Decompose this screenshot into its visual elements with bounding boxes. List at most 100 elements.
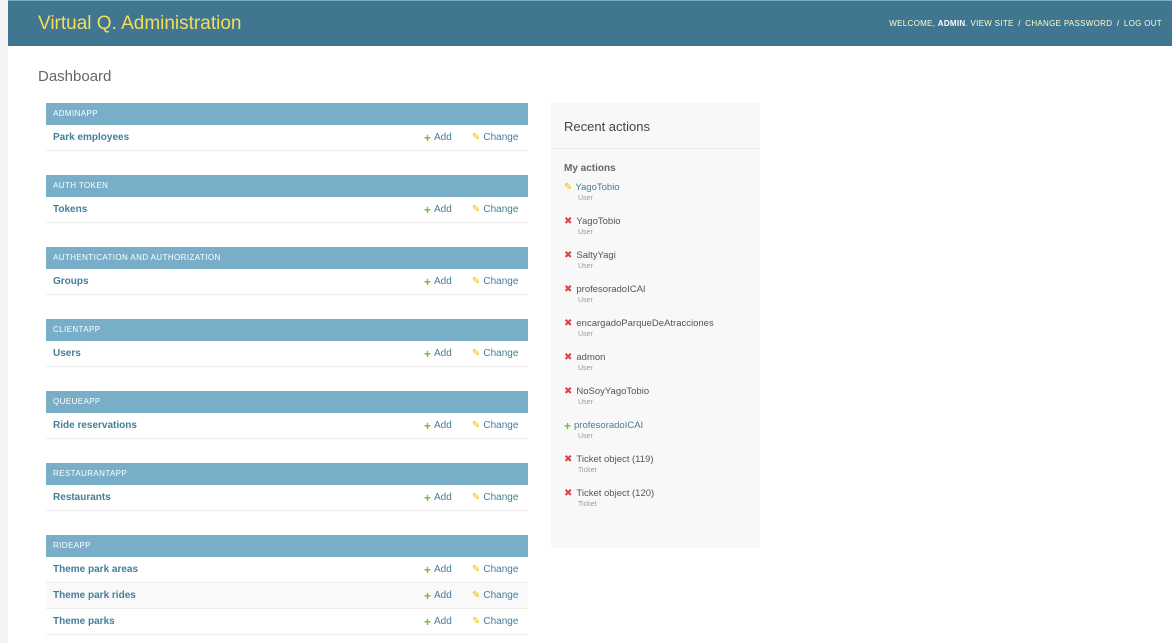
add-label: Add <box>434 204 452 215</box>
action-content-type: User <box>578 433 593 440</box>
change-password-link[interactable]: Change password <box>1025 19 1112 28</box>
action-object-name: profesoradoICAI <box>576 284 646 295</box>
action-object-name: admon <box>576 352 606 363</box>
recent-action: ✖ NoSoyYagoTobio <box>564 386 747 398</box>
pencil-icon: ✎ <box>472 420 481 431</box>
change-link[interactable]: ✎ Change <box>472 276 528 287</box>
view-site-link[interactable]: View site <box>971 19 1014 28</box>
add-link[interactable]: + Add <box>424 491 472 505</box>
change-link[interactable]: ✎ Change <box>472 492 528 503</box>
model-row-users: Users + Add ✎ Change <box>46 341 528 367</box>
plus-icon: + <box>424 588 432 603</box>
model-row-tokens: Tokens + Add ✎ Change <box>46 197 528 223</box>
pencil-icon: ✎ <box>472 616 481 627</box>
change-link[interactable]: ✎ Change <box>472 348 528 359</box>
action-object-name[interactable]: YagoTobio <box>575 182 619 194</box>
add-label: Add <box>434 564 452 575</box>
recent-action: ✖ YagoTobio <box>564 216 747 228</box>
model-link[interactable]: Park employees <box>46 132 424 143</box>
site-brand-link[interactable]: Virtual Q. Administration <box>38 13 241 35</box>
model-row-restaurants: Restaurants + Add ✎ Change <box>46 485 528 511</box>
x-icon: ✖ <box>564 488 573 499</box>
add-label: Add <box>434 492 452 503</box>
module-caption[interactable]: QUEUEAPP <box>46 391 528 413</box>
model-link[interactable]: Theme parks <box>46 616 424 627</box>
action-content-type: User <box>578 399 593 406</box>
add-label: Add <box>434 420 452 431</box>
recent-actions-panel: Recent actions My actions ✎ YagoTobio User… <box>551 103 760 548</box>
change-link[interactable]: ✎ Change <box>472 420 528 431</box>
change-label: Change <box>483 420 519 431</box>
model-link[interactable]: Groups <box>46 276 424 287</box>
module-caption[interactable]: AUTH TOKEN <box>46 175 528 197</box>
change-label: Change <box>483 590 519 601</box>
add-label: Add <box>434 348 452 359</box>
plus-icon: + <box>424 274 432 289</box>
pencil-icon: ✎ <box>472 276 481 287</box>
x-icon: ✖ <box>564 250 573 261</box>
action-content-type: User <box>578 263 593 270</box>
change-link[interactable]: ✎ Change <box>472 132 528 143</box>
add-link[interactable]: + Add <box>424 203 472 217</box>
recent-action-item: ✖ Ticket object (119) Ticket <box>564 454 747 488</box>
model-row-theme-parks: Theme parks + Add ✎ Change <box>46 609 528 635</box>
recent-action[interactable]: + profesoradoICAI <box>564 420 747 432</box>
add-link[interactable]: + Add <box>424 589 472 603</box>
recent-action[interactable]: ✎ YagoTobio <box>564 182 747 194</box>
pencil-icon: ✎ <box>472 492 481 503</box>
recent-action-item: ✖ Ticket object (120) Ticket <box>564 488 747 522</box>
module-caption[interactable]: ADMINAPP <box>46 103 528 125</box>
recent-action: ✖ admon <box>564 352 747 364</box>
change-link[interactable]: ✎ Change <box>472 616 528 627</box>
action-list: ✎ YagoTobio User ✖ YagoTobio User ✖ SaltyYagi Us… <box>551 182 760 522</box>
plus-icon: + <box>424 130 432 145</box>
change-link[interactable]: ✎ Change <box>472 564 528 575</box>
module-caption[interactable]: CLIENTAPP <box>46 319 528 341</box>
my-actions-heading: My actions <box>564 163 616 174</box>
action-object-name[interactable]: profesoradoICAI <box>574 420 643 432</box>
recent-action-item: ✖ profesoradoICAI User <box>564 284 747 318</box>
add-link[interactable]: + Add <box>424 615 472 629</box>
separator: / <box>1018 19 1021 28</box>
add-label: Add <box>434 616 452 627</box>
module-caption[interactable]: AUTHENTICATION AND AUTHORIZATION <box>46 247 528 269</box>
add-link[interactable]: + Add <box>424 347 472 361</box>
log-out-link[interactable]: Log out <box>1124 19 1162 28</box>
recent-action-item: ✖ admon User <box>564 352 747 386</box>
change-link[interactable]: ✎ Change <box>472 590 528 601</box>
username: admin <box>937 19 966 28</box>
change-label: Change <box>483 616 519 627</box>
recent-action-item: ✎ YagoTobio User <box>564 182 747 216</box>
recent-action: ✖ profesoradoICAI <box>564 284 747 296</box>
model-link[interactable]: Restaurants <box>46 492 424 503</box>
add-link[interactable]: + Add <box>424 275 472 289</box>
model-link[interactable]: Tokens <box>46 204 424 215</box>
add-label: Add <box>434 132 452 143</box>
recent-action: ✖ Ticket object (120) <box>564 488 747 500</box>
module-adminapp: ADMINAPP Park employees + Add ✎ Change <box>46 103 528 151</box>
module-caption[interactable]: RIDEAPP <box>46 535 528 557</box>
model-link[interactable]: Theme park rides <box>46 590 424 601</box>
change-link[interactable]: ✎ Change <box>472 204 528 215</box>
plus-icon: + <box>424 490 432 505</box>
pencil-icon: ✎ <box>472 348 481 359</box>
recent-action-item: + profesoradoICAI User <box>564 420 747 454</box>
add-label: Add <box>434 590 452 601</box>
model-row-ride-reservations: Ride reservations + Add ✎ Change <box>46 413 528 439</box>
add-link[interactable]: + Add <box>424 563 472 577</box>
recent-action: ✖ Ticket object (119) <box>564 454 747 466</box>
action-content-type: User <box>578 229 593 236</box>
model-link[interactable]: Ride reservations <box>46 420 424 431</box>
add-link[interactable]: + Add <box>424 419 472 433</box>
app-modules: ADMINAPP Park employees + Add ✎ Change AUTH TO… <box>46 103 528 643</box>
x-icon: ✖ <box>564 318 573 329</box>
add-link[interactable]: + Add <box>424 131 472 145</box>
action-object-name: encargadoParqueDeAtracciones <box>576 318 714 329</box>
x-icon: ✖ <box>564 216 573 227</box>
module-caption[interactable]: RESTAURANTAPP <box>46 463 528 485</box>
action-content-type: User <box>578 297 593 304</box>
model-link[interactable]: Theme park areas <box>46 564 424 575</box>
model-link[interactable]: Users <box>46 348 424 359</box>
change-label: Change <box>483 348 519 359</box>
action-object-name: Ticket object (119) <box>576 454 654 465</box>
